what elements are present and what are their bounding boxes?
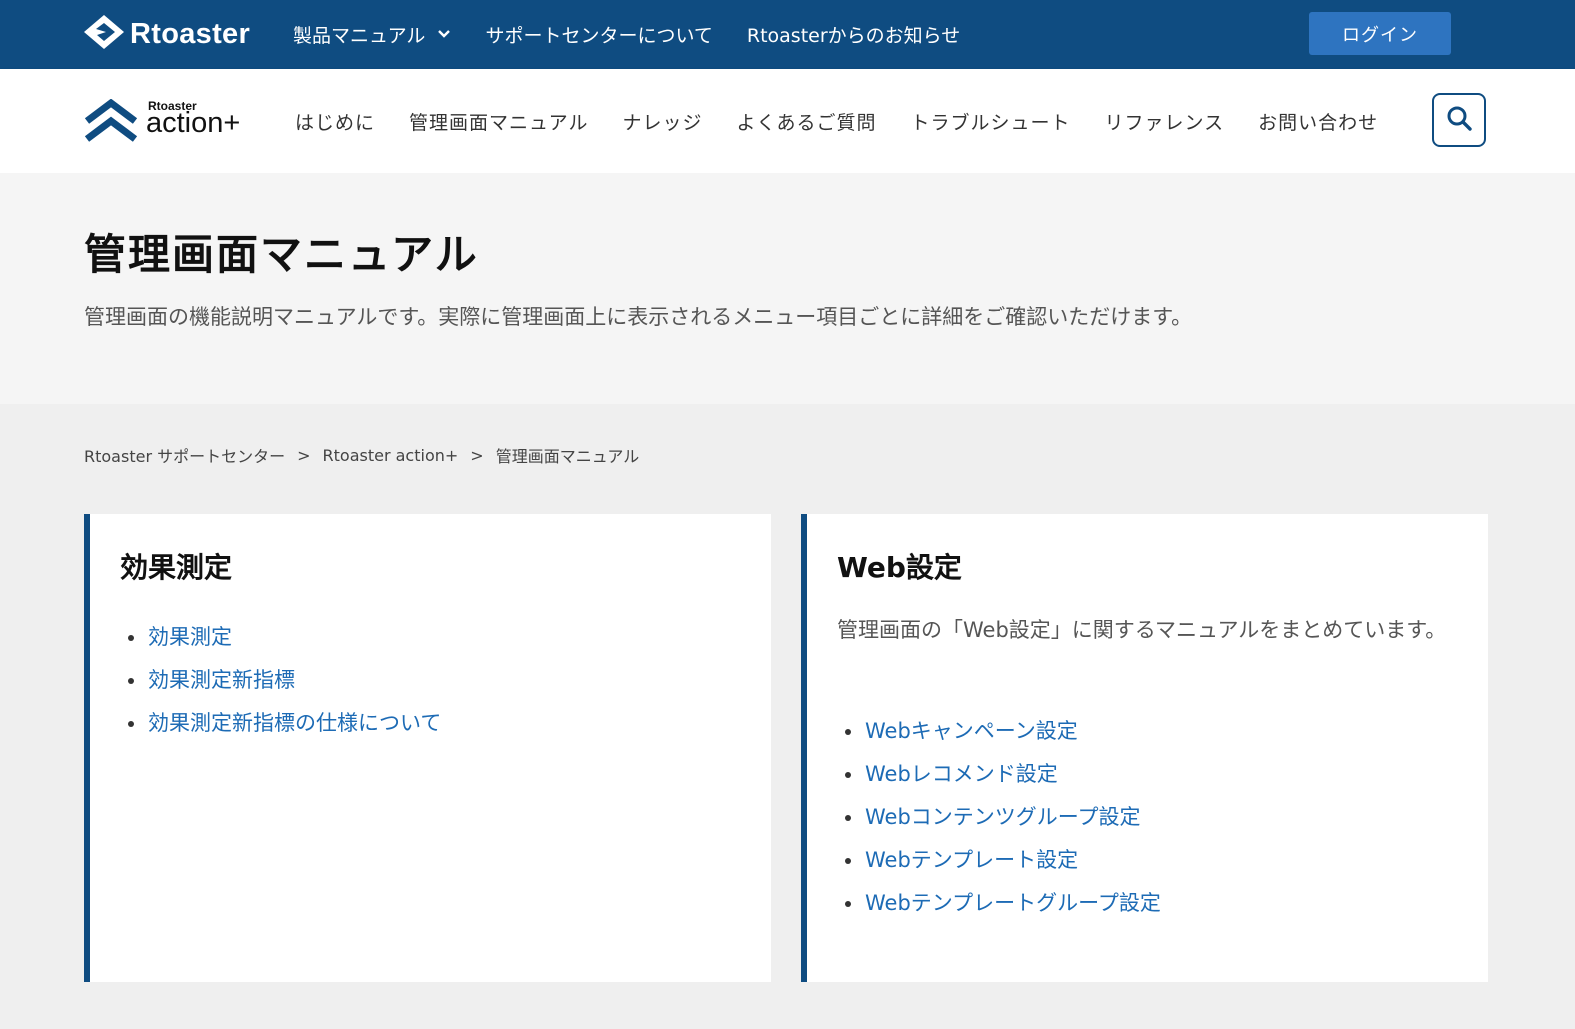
breadcrumb-separator: > <box>470 445 484 465</box>
action-plus-logo-icon <box>84 98 138 147</box>
top-nav: 製品マニュアル サポートセンターについて Rtoasterからのお知らせ <box>293 0 994 69</box>
list-item: Webテンプレートグループ設定 <box>837 882 1161 925</box>
link-web-campaign[interactable]: Webキャンペーン設定 <box>865 710 1078 753</box>
bullet-icon <box>845 857 851 864</box>
rtoaster-logo-icon <box>84 15 124 53</box>
card-link-list: Webキャンペーン設定 Webレコメンド設定 Webコンテンツグループ設定 We… <box>837 710 1161 925</box>
link-new-metrics-spec[interactable]: 効果測定新指標の仕様について <box>148 702 441 745</box>
list-item: Webコンテンツグループ設定 <box>837 796 1161 839</box>
chevron-down-icon <box>437 27 451 43</box>
topnav-about-support[interactable]: サポートセンターについて <box>485 21 712 48</box>
card-title: Web設定 <box>837 551 962 584</box>
link-new-metrics[interactable]: 効果測定新指標 <box>148 659 295 702</box>
list-item: 効果測定 <box>120 616 441 659</box>
nav-contact[interactable]: お問い合わせ <box>1258 108 1378 135</box>
page-title: 管理画面マニュアル <box>84 230 479 279</box>
topnav-news[interactable]: Rtoasterからのお知らせ <box>747 21 960 48</box>
topnav-product-manual[interactable]: 製品マニュアル <box>293 21 451 48</box>
bullet-icon <box>845 771 851 778</box>
nav-knowledge[interactable]: ナレッジ <box>622 108 702 135</box>
list-item: Webテンプレート設定 <box>837 839 1161 882</box>
bullet-icon <box>128 634 134 641</box>
nav-admin-manual[interactable]: 管理画面マニュアル <box>409 108 588 135</box>
nav-getting-started[interactable]: はじめに <box>295 108 375 135</box>
link-web-template-group[interactable]: Webテンプレートグループ設定 <box>865 882 1161 925</box>
topnav-label: サポートセンターについて <box>485 25 713 47</box>
list-item: 効果測定新指標の仕様について <box>120 702 441 745</box>
bullet-icon <box>128 720 134 727</box>
bullet-icon <box>845 900 851 907</box>
rtoaster-logo[interactable]: Rtoaster <box>84 15 251 53</box>
bullet-icon <box>845 814 851 821</box>
nav-reference[interactable]: リファレンス <box>1105 108 1225 135</box>
product-nav: Rtoaster action+ はじめに 管理画面マニュアル ナレッジ よくあ… <box>0 69 1575 173</box>
card-description: 管理画面の「Web設定」に関するマニュアルをまとめています。 <box>837 618 1447 642</box>
link-web-recommend[interactable]: Webレコメンド設定 <box>865 753 1058 796</box>
list-item: 効果測定新指標 <box>120 659 441 702</box>
card-title: 効果測定 <box>120 551 233 584</box>
nav-faq[interactable]: よくあるご質問 <box>736 108 876 135</box>
list-item: Webレコメンド設定 <box>837 753 1161 796</box>
main-nav: はじめに 管理画面マニュアル ナレッジ よくあるご質問 トラブルシュート リファ… <box>295 69 1412 173</box>
link-web-template[interactable]: Webテンプレート設定 <box>865 839 1078 882</box>
bullet-icon <box>128 677 134 684</box>
breadcrumb: Rtoaster サポートセンター > Rtoaster action+ > 管… <box>84 443 639 467</box>
link-web-content-group[interactable]: Webコンテンツグループ設定 <box>865 796 1141 839</box>
brand-name: Rtoaster <box>130 17 251 50</box>
page-description: 管理画面の機能説明マニュアルです。実際に管理画面上に表示されるメニュー項目ごとに… <box>84 305 1193 329</box>
breadcrumb-action-plus[interactable]: Rtoaster action+ <box>323 446 459 465</box>
card-measurement: 効果測定 効果測定 効果測定新指標 効果測定新指標の仕様について <box>84 514 771 982</box>
breadcrumb-support-center[interactable]: Rtoaster サポートセンター <box>84 443 285 467</box>
link-measurement[interactable]: 効果測定 <box>148 616 232 659</box>
nav-troubleshoot[interactable]: トラブルシュート <box>910 108 1070 135</box>
card-link-list: 効果測定 効果測定新指標 効果測定新指標の仕様について <box>120 616 441 745</box>
topnav-label: Rtoasterからのお知らせ <box>746 25 961 47</box>
top-bar: Rtoaster 製品マニュアル サポートセンターについて Rtoasterから… <box>0 0 1575 69</box>
bullet-icon <box>845 728 851 735</box>
breadcrumb-separator: > <box>297 445 311 465</box>
search-icon <box>1446 105 1472 135</box>
topnav-label: 製品マニュアル <box>293 25 426 47</box>
list-item: Webキャンペーン設定 <box>837 710 1161 753</box>
breadcrumb-current: 管理画面マニュアル <box>495 447 640 466</box>
card-web-settings: Web設定 管理画面の「Web設定」に関するマニュアルをまとめています。 Web… <box>801 514 1488 982</box>
page-hero: 管理画面マニュアル 管理画面の機能説明マニュアルです。実際に管理画面上に表示され… <box>0 173 1575 404</box>
action-plus-logo[interactable]: Rtoaster action+ <box>84 97 264 147</box>
search-button[interactable] <box>1432 93 1486 147</box>
login-button[interactable]: ログイン <box>1309 12 1451 55</box>
logo-big-text: action+ <box>146 107 241 139</box>
